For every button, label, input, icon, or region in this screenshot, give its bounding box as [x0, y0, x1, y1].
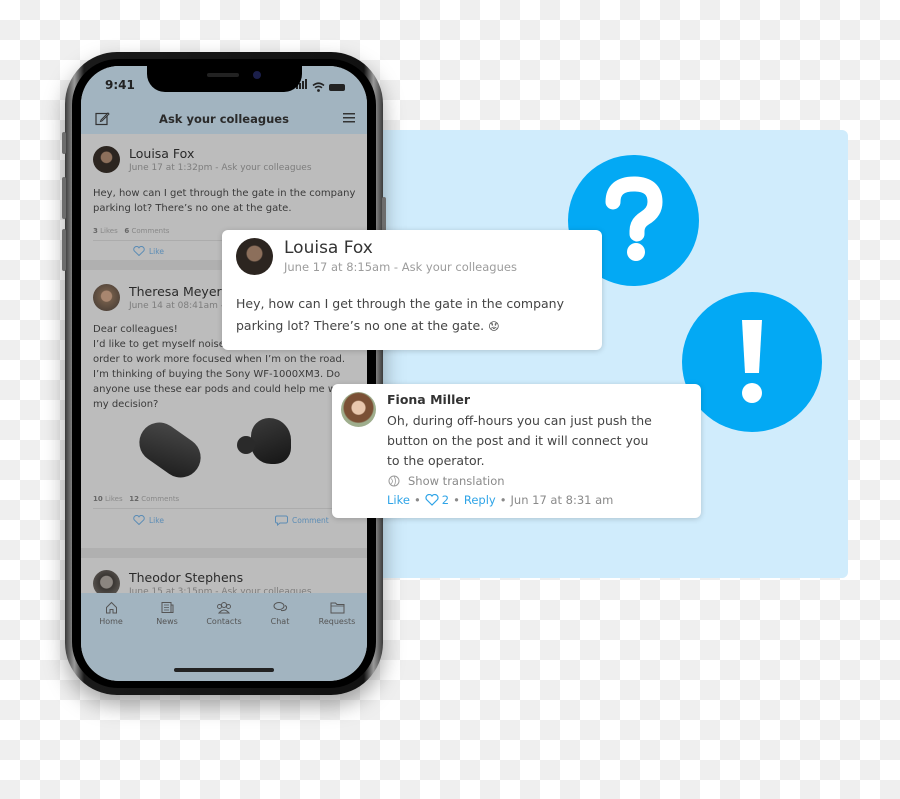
post-author: Louisa Fox — [129, 146, 195, 161]
news-icon — [161, 602, 173, 613]
avatar — [93, 146, 120, 173]
app-header: Ask your colleagues — [81, 104, 367, 134]
worried-emoji-icon: 😟 — [488, 320, 500, 333]
heart-count-button[interactable]: 2 — [425, 493, 449, 507]
comment-icon — [275, 515, 288, 526]
earbud — [251, 418, 291, 464]
tab-chat[interactable]: Chat — [252, 601, 308, 626]
answer-body: Oh, during off-hours you can just push t… — [387, 413, 652, 468]
post-body: Hey, how can I get through the gate in t… — [93, 188, 356, 214]
post-stats: 10 Likes 12 Comments — [93, 495, 180, 503]
mute-switch — [62, 132, 66, 154]
front-camera — [253, 71, 261, 79]
status-icons — [296, 78, 345, 92]
post-stats: 3 Likes 6 Comments — [93, 227, 170, 235]
answer-author: Fiona Miller — [387, 392, 471, 407]
notch — [147, 66, 302, 92]
heart-icon — [133, 246, 145, 256]
menu-icon[interactable] — [343, 113, 355, 123]
tab-requests[interactable]: Requests — [309, 601, 365, 626]
answer-actions: Like • 2 • Reply • Jun 17 at 8:31 am — [387, 493, 614, 507]
earbud-tip — [237, 436, 255, 454]
compose-icon[interactable] — [95, 111, 110, 126]
phone-screen: 9:41 Ask your colleagues Louisa Fox June… — [81, 66, 367, 681]
page-title: Ask your colleagues — [159, 112, 289, 126]
question-card[interactable]: Louisa Fox June 17 at 8:15am - Ask your … — [222, 230, 602, 350]
chat-icon — [273, 602, 287, 612]
heart-icon — [425, 494, 439, 506]
post-author: Theodor Stephens — [129, 570, 244, 585]
status-time: 9:41 — [105, 78, 135, 92]
earbud-case — [131, 414, 209, 486]
question-body: Hey, how can I get through the gate in t… — [236, 296, 564, 333]
like-button[interactable]: Like — [133, 246, 164, 256]
post-separator — [81, 548, 367, 558]
like-link[interactable]: Like — [387, 493, 410, 507]
avatar — [93, 284, 120, 311]
phone-mockup: 9:41 Ask your colleagues Louisa Fox June… — [62, 52, 386, 695]
wifi-icon — [312, 82, 325, 92]
tab-home[interactable]: Home — [83, 601, 139, 626]
contacts-icon — [217, 602, 231, 614]
volume-up-button — [62, 177, 66, 219]
volume-down-button — [62, 229, 66, 271]
comment-button[interactable]: Comment — [275, 515, 329, 526]
translate-icon — [388, 475, 400, 487]
divider — [93, 508, 355, 509]
answer-timestamp: Jun 17 at 8:31 am — [510, 493, 614, 507]
question-author: Louisa Fox — [284, 238, 373, 258]
like-button[interactable]: Like — [133, 515, 164, 525]
speaker — [207, 73, 239, 77]
post-author: Theresa Meyer — [129, 284, 222, 299]
reply-link[interactable]: Reply — [464, 493, 496, 507]
heart-icon — [133, 515, 145, 525]
tab-contacts[interactable]: Contacts — [196, 601, 252, 626]
tab-bar: Home News Contacts Chat Requests — [81, 593, 367, 681]
folder-icon — [330, 602, 344, 614]
show-translation-link[interactable]: Show translation — [388, 474, 505, 488]
exclamation-mark-icon — [682, 292, 822, 432]
home-icon — [105, 601, 117, 614]
post-meta: June 17 at 1:32pm - Ask your colleagues — [129, 163, 312, 173]
answer-card[interactable]: Fiona Miller Oh, during off-hours you ca… — [332, 384, 701, 518]
home-indicator[interactable] — [174, 668, 274, 672]
avatar — [236, 238, 273, 275]
battery-icon — [329, 84, 345, 91]
tab-news[interactable]: News — [139, 601, 195, 626]
question-meta: June 17 at 8:15am - Ask your colleagues — [284, 260, 517, 274]
avatar — [341, 392, 376, 427]
